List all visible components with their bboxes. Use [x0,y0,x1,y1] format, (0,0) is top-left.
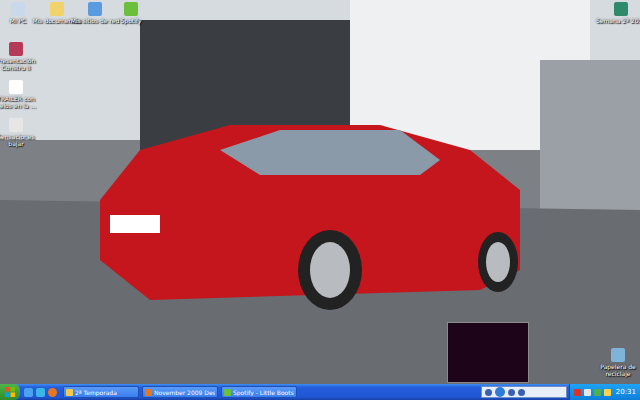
browser-icon[interactable] [24,388,33,397]
start-button[interactable] [0,384,20,400]
taskbar: 2ª Temporada November 2009 Deskt... Spotif… [0,384,640,400]
icon-label: Semana 2ª 2010 [596,17,640,24]
recycle-bin-icon [611,348,625,362]
icon-label: Sensaciones bajar [0,133,43,147]
media-player-preview [447,322,529,383]
task-button[interactable]: Spotify - Little Boots -... [221,386,297,398]
stop-icon[interactable] [485,389,492,396]
wallpaper-photo [0,0,640,384]
speaker-icon[interactable] [604,389,611,396]
computer-icon [11,2,25,16]
icon-label: Papelera de reciclaje [591,363,640,377]
network-icon[interactable] [584,389,591,396]
task-label: Spotify - Little Boots -... [233,389,294,396]
network-icon [88,2,102,16]
play-icon[interactable] [495,387,505,397]
system-tray: 20:31 [569,384,640,400]
spotify-icon [124,2,138,16]
video-icon [9,80,23,94]
app-icon [66,389,73,396]
icon-label: Mis sitios de red [71,17,120,24]
desktop-icon[interactable]: Sensaciones bajar [0,118,43,147]
firefox-icon[interactable] [48,388,57,397]
icon-label: Mi PC [10,17,27,24]
task-button[interactable]: 2ª Temporada [63,386,139,398]
clock: 20:31 [614,388,636,396]
next-icon[interactable] [508,389,515,396]
task-label: November 2009 Deskt... [154,389,215,396]
folder-icon [50,2,64,16]
desktop-icon[interactable]: Papelera de reciclaje [591,348,640,377]
desktop-icon[interactable]: Mis sitios de red [68,2,122,24]
desktop-icon[interactable] [36,388,45,397]
task-label: 2ª Temporada [75,389,117,396]
desktop-icon[interactable]: Presentación Constru II [0,42,43,71]
language-icon[interactable] [574,389,581,396]
quick-launch [20,384,61,400]
document-icon [9,118,23,132]
icon-label: TRAILER con pelos en la ... [0,95,43,109]
media-player-bar [481,386,567,398]
desktop-icon[interactable]: TRAILER con pelos en la ... [0,80,43,109]
archive-icon [9,42,23,56]
spotify-icon[interactable] [594,389,601,396]
volume-icon[interactable] [518,389,525,396]
app-icon [224,389,231,396]
desktop-icon[interactable]: Semana 2ª 2010 [594,2,640,24]
desktop: Mi PCMis documentosMis sitios de redSpot… [0,0,640,384]
icon-label: Spotify [121,17,142,24]
task-button[interactable]: November 2009 Deskt... [142,386,218,398]
icon-label: Presentación Constru II [0,57,43,71]
windows-logo-icon [5,387,15,397]
desktop-icon[interactable]: Spotify [104,2,158,24]
app-icon [145,389,152,396]
shortcut-icon [614,2,628,16]
